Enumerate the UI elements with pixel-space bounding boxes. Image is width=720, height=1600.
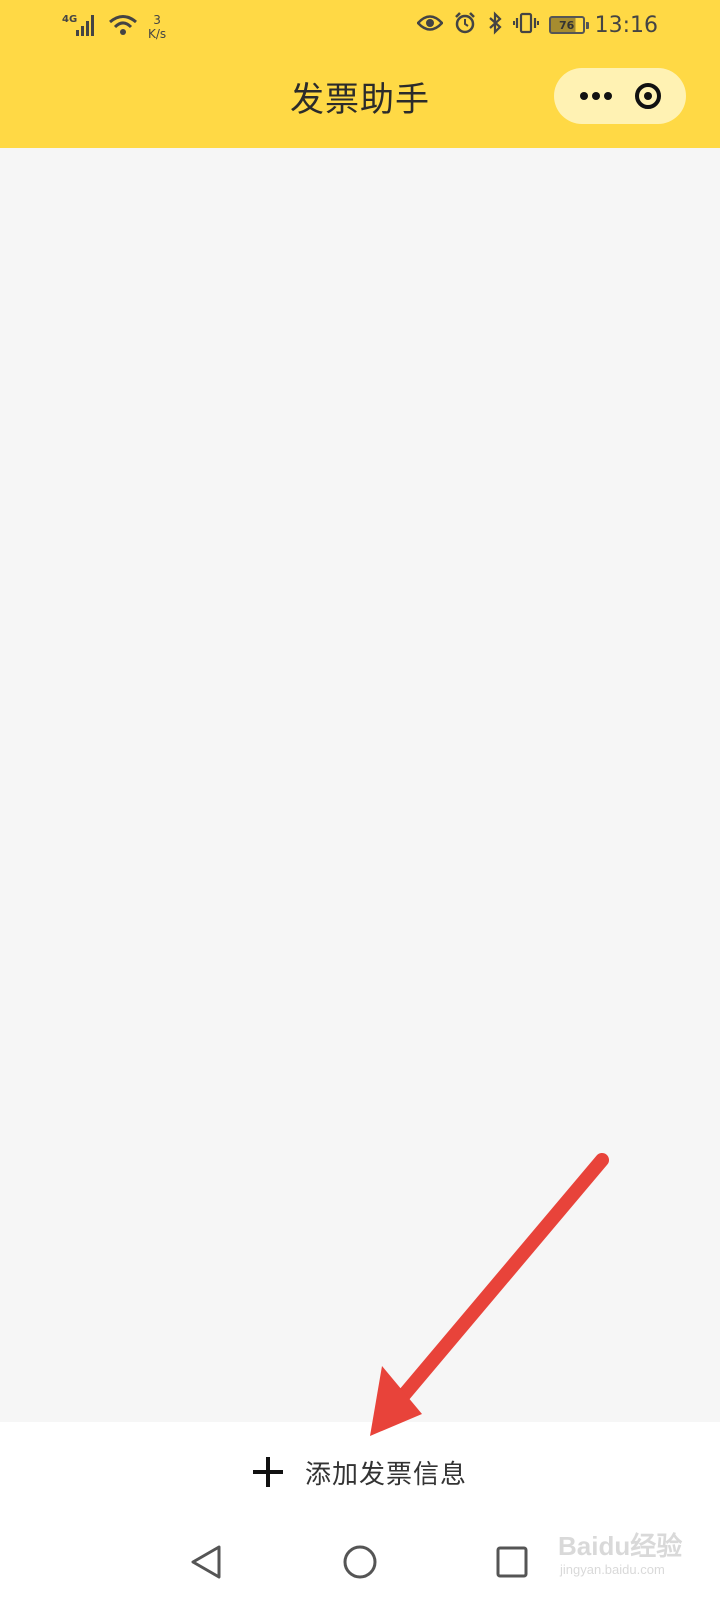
home-circle-icon[interactable] [340, 1542, 380, 1582]
vibrate-icon [512, 11, 539, 39]
recent-square-icon[interactable] [492, 1542, 532, 1582]
header: 4G 3 K/s 76 13:16 发票助手 [0, 0, 720, 148]
network-type-label: 4G [62, 14, 77, 25]
watermark-brand: Baidu经验 [558, 1531, 683, 1561]
net-speed: 3 K/s [148, 13, 166, 41]
status-time: 13:16 [594, 12, 658, 38]
back-triangle-icon[interactable] [186, 1542, 226, 1582]
status-bar: 4G 3 K/s 76 13:16 [0, 0, 720, 50]
battery-icon: 76 [548, 16, 589, 34]
alarm-icon [453, 11, 477, 39]
more-dots-icon[interactable] [579, 92, 612, 100]
baidu-watermark: Baidu经验 jingyan.baidu.com [558, 1522, 708, 1592]
nav-bar: 发票助手 [0, 56, 720, 136]
miniprogram-capsule [554, 68, 686, 124]
battery-level: 76 [558, 18, 575, 32]
invoice-list-area [0, 148, 720, 1422]
wifi-icon [108, 13, 138, 41]
net-speed-value: 3 [153, 13, 161, 27]
plus-icon [252, 1457, 283, 1487]
status-left: 4G 3 K/s [62, 10, 166, 44]
net-speed-unit: K/s [148, 27, 167, 41]
add-invoice-label: 添加发票信息 [304, 1459, 467, 1490]
status-right: 76 13:16 [415, 8, 658, 42]
watermark-url: jingyan.baidu.com [560, 1562, 665, 1577]
add-invoice-button[interactable]: 添加发票信息 [0, 1422, 720, 1522]
signal-icon: 4G [62, 12, 98, 42]
eye-icon [415, 14, 444, 36]
phone-screen: 4G 3 K/s 76 13:16 发票助手 添加发票信息 Baidu经验 ji… [0, 0, 720, 1600]
target-circle-icon[interactable] [634, 83, 661, 109]
bluetooth-icon [487, 11, 503, 39]
